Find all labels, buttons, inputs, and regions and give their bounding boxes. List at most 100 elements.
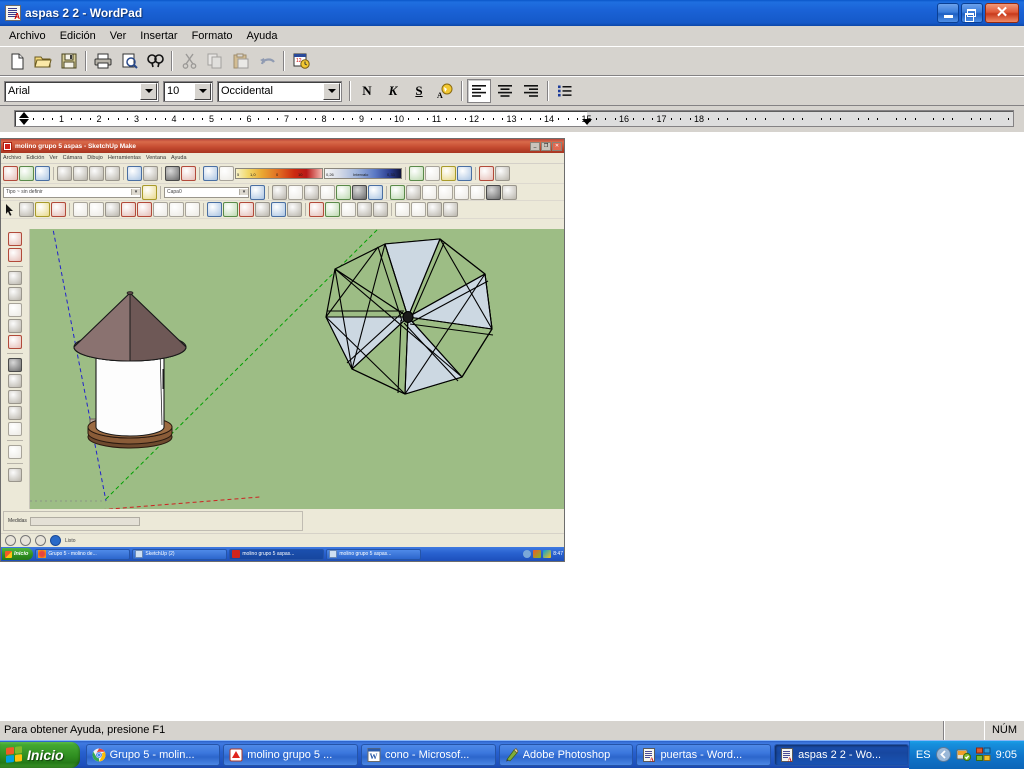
close-button[interactable]: ✕ <box>985 3 1019 23</box>
sketchup-viewport <box>30 229 564 509</box>
undo-icon <box>127 166 142 181</box>
minimize-button[interactable] <box>937 3 959 23</box>
hanging-indent-marker[interactable] <box>19 119 29 125</box>
restore-button[interactable] <box>961 3 983 23</box>
ruler-tick <box>277 118 279 120</box>
style-back-edges-icon <box>368 184 383 200</box>
zoom-tool-icon <box>427 202 442 217</box>
print-preview-icon[interactable] <box>117 49 141 73</box>
chevron-down-icon[interactable] <box>194 82 211 100</box>
ruler-tick <box>989 118 991 120</box>
menu-item-archivo[interactable]: Archivo <box>2 28 53 44</box>
paste-icon[interactable] <box>229 49 253 73</box>
palette-rectangle-icon <box>8 303 22 317</box>
measurements-box: Medidas <box>3 511 303 531</box>
save-icon[interactable] <box>57 49 81 73</box>
cut-icon[interactable] <box>177 49 201 73</box>
ruler-tick <box>895 118 897 120</box>
status-prev-icon <box>5 535 16 546</box>
open-icon[interactable] <box>31 49 55 73</box>
toolbar-separator <box>349 81 351 101</box>
palette-pushpull-icon <box>8 390 22 404</box>
align-right-button[interactable] <box>519 79 543 103</box>
first-line-indent-marker[interactable] <box>19 112 29 118</box>
chevron-down-icon[interactable] <box>140 82 157 100</box>
section-plane-icon <box>502 184 517 200</box>
palette-select-icon <box>8 232 22 246</box>
taskbar-item-word[interactable]: W cono - Microsof... <box>361 743 496 766</box>
menu-item-insertar[interactable]: Insertar <box>133 28 184 44</box>
print-icon[interactable] <box>91 49 115 73</box>
taskbar-item-label: aspas 2 2 - Wo... <box>798 748 882 761</box>
toolbar-separator <box>171 51 173 71</box>
menu-item-ver[interactable]: Ver <box>103 28 134 44</box>
ruler-tick <box>502 118 504 120</box>
taskbar-item-photoshop[interactable]: Adobe Photoshop <box>498 743 634 766</box>
align-center-button[interactable] <box>493 79 517 103</box>
bold-button[interactable]: N <box>355 79 379 103</box>
ruler-number: 7 <box>283 114 290 124</box>
ruler-track[interactable]: 1 2 3 4 5 6 7 8 9 10 11 12 13 14 15 16 17 18 <box>14 110 1014 127</box>
font-script-combo[interactable]: Occidental <box>217 80 342 102</box>
right-indent-marker[interactable] <box>581 119 592 125</box>
title-bar: aspas 2 2 - WordPad ✕ <box>0 0 1024 26</box>
font-color-button[interactable]: A <box>433 79 457 103</box>
chevron-down-icon[interactable] <box>323 82 340 100</box>
gradient-right-label-0: 0,26 <box>326 172 334 177</box>
ruler-tick <box>558 118 560 120</box>
ruler-tick <box>192 118 194 120</box>
language-indicator[interactable]: ES <box>916 749 931 761</box>
ruler-number: 5 <box>208 114 215 124</box>
layer-info-icon <box>250 184 265 200</box>
datetime-icon[interactable]: 12 <box>289 49 313 73</box>
copy-icon[interactable] <box>203 49 227 73</box>
taskbar-item-sketchup[interactable]: molino grupo 5 ... <box>223 743 358 766</box>
embedded-menu-ayuda: Ayuda <box>171 155 187 161</box>
embedded-screenshot-image[interactable]: molino grupo 5 aspas - SketchUp Make _ ❐… <box>0 138 565 562</box>
embedded-start-label: Inicio <box>14 551 29 557</box>
start-button[interactable]: Inicio <box>0 741 80 768</box>
chevron-down-icon: ▾ <box>239 189 248 195</box>
ruler-number: 18 <box>693 114 705 124</box>
redo-icon <box>143 166 158 181</box>
menu-item-ayuda[interactable]: Ayuda <box>240 28 285 44</box>
ruler-tick <box>755 118 757 120</box>
ruler-tick <box>408 118 410 120</box>
ruler-number: 8 <box>321 114 327 124</box>
italic-button[interactable]: K <box>381 79 405 103</box>
ruler-tick <box>427 118 429 120</box>
move-tool-icon <box>207 202 222 217</box>
palette-eraser-icon <box>8 248 22 262</box>
taskbar-item-wordpad-aspas[interactable]: A aspas 2 2 - Wo... <box>774 743 909 766</box>
network-icon[interactable] <box>975 747 991 762</box>
taskbar-item-label: puertas - Word... <box>660 748 743 761</box>
taskbar-item-chrome[interactable]: Grupo 5 - molin... <box>85 743 221 766</box>
menu-item-edicion[interactable]: Edición <box>53 28 103 44</box>
font-family-combo[interactable]: Arial <box>4 80 159 102</box>
format-toolbar: Arial 10 Occidental N K S A <box>0 76 1024 106</box>
palette-pan-icon <box>8 445 22 459</box>
rectangle-tool-icon <box>73 202 88 217</box>
document-canvas[interactable]: molino grupo 5 aspas - SketchUp Make _ ❐… <box>0 132 1024 720</box>
palette-circle-icon <box>8 319 22 333</box>
find-icon[interactable] <box>143 49 167 73</box>
undo-icon[interactable] <box>255 49 279 73</box>
warehouse-icon <box>479 166 494 181</box>
gradient-label-1: 1,0 <box>250 172 256 177</box>
show-hidden-icon[interactable] <box>935 747 951 762</box>
cut-icon <box>57 166 72 181</box>
underline-button[interactable]: S <box>407 79 431 103</box>
underline-glyph: S <box>415 83 423 98</box>
ruler[interactable]: 1 2 3 4 5 6 7 8 9 10 11 12 13 14 15 16 17 18 <box>0 106 1024 132</box>
menu-item-formato[interactable]: Formato <box>185 28 240 44</box>
update-icon[interactable] <box>956 747 971 762</box>
embedded-task-1: Grupo 5 - molino de... <box>35 548 131 560</box>
taskbar-item-wordpad-puertas[interactable]: A puertas - Word... <box>636 743 772 766</box>
taskbar-clock[interactable]: 9:05 <box>996 749 1017 761</box>
layer-value: Capa0 <box>167 189 182 195</box>
bullets-button[interactable] <box>553 79 577 103</box>
new-icon[interactable] <box>5 49 29 73</box>
ruler-number: 16 <box>618 114 630 124</box>
align-left-button[interactable] <box>467 79 491 103</box>
font-size-combo[interactable]: 10 <box>163 80 213 102</box>
